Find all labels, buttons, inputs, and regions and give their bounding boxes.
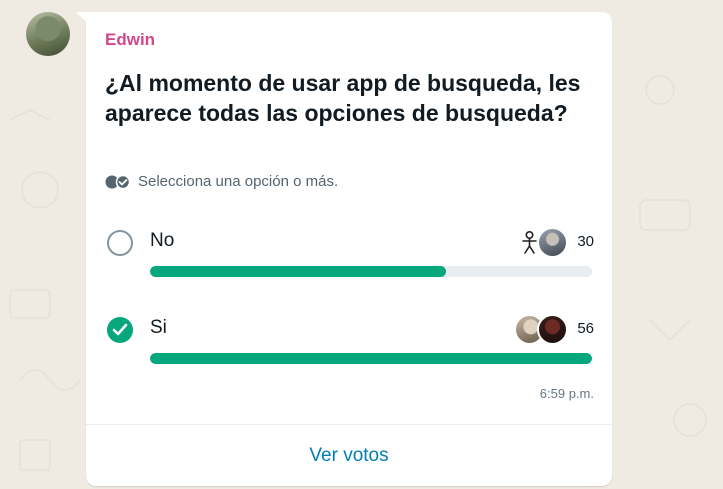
poll-option-no[interactable]: No 30 — [86, 227, 612, 297]
voter-avatar-photo — [537, 314, 568, 345]
option-progress-fill — [150, 266, 447, 277]
poll-option-si[interactable]: Si 56 — [86, 314, 612, 384]
option-label: Si — [150, 317, 167, 338]
option-radio-selected[interactable] — [107, 317, 133, 343]
sender-avatar[interactable] — [26, 12, 70, 56]
voter-avatars — [514, 314, 568, 345]
message-timestamp: 6:59 p.m. — [539, 386, 594, 401]
option-progress-track — [150, 266, 592, 277]
poll-hint-text: Selecciona una opción o más. — [138, 173, 339, 190]
view-votes-button[interactable]: Ver votos — [86, 425, 612, 486]
option-progress-fill — [150, 353, 592, 364]
checkmark-icon — [112, 323, 128, 336]
poll-message-bubble: Edwin ¿Al momento de usar app de busqued… — [86, 12, 612, 486]
option-label: No — [150, 230, 175, 251]
option-radio-unselected[interactable] — [107, 230, 133, 256]
option-vote-count: 56 — [577, 320, 594, 337]
double-check-icon — [105, 174, 131, 189]
option-vote-count: 30 — [577, 233, 594, 250]
voter-avatar-photo — [537, 227, 568, 258]
sender-name[interactable]: Edwin — [105, 30, 155, 50]
poll-question: ¿Al momento de usar app de busqueda, les… — [105, 70, 581, 126]
voter-avatars — [514, 227, 568, 258]
poll-hint: Selecciona una opción o más. — [105, 173, 338, 190]
option-progress-track — [150, 353, 592, 364]
